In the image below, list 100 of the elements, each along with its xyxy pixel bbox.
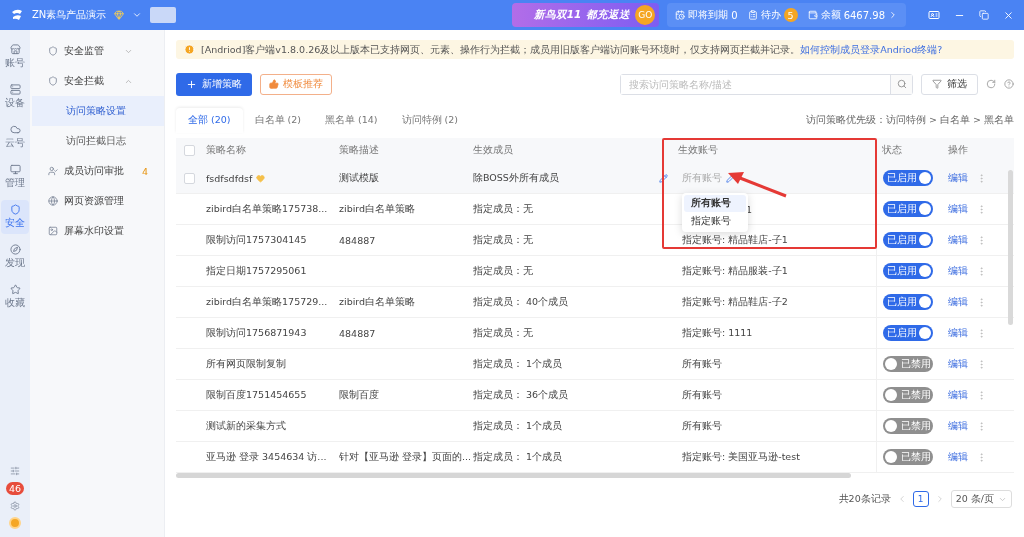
table-cell-text: 指定成员：无 [472,233,534,247]
dropdown-option[interactable]: 所有账号 [684,195,746,212]
page-button[interactable]: 1 [912,491,929,507]
tab[interactable]: 白名单 (2) [242,108,313,133]
stat-label[interactable]: 余额 [820,8,841,22]
rail-item[interactable]: 管理 [1,160,29,194]
column-header: 操作 [947,144,969,157]
help-link[interactable]: 如何控制成员登录Andriod终端? [800,44,943,55]
template-button[interactable]: 模板推荐 [260,73,332,95]
status-switch[interactable]: 已禁用 [883,449,933,465]
refresh-icon[interactable] [986,79,996,89]
id-card-icon[interactable] [928,9,940,21]
rail-item[interactable]: 云号 [1,120,29,154]
chevron-icon[interactable] [888,10,898,20]
help-icon[interactable] [1004,79,1014,89]
column-header: 状态 [881,144,903,157]
scrollbar[interactable] [1008,170,1013,325]
sidebar-subitem[interactable]: 访问拦截日志 [32,126,164,156]
table-cell-text: 484887 [338,234,377,246]
clipboard-icon [747,10,758,20]
tab[interactable]: 黑名单 (14) [313,108,390,133]
column-header: 策略名称 [205,144,247,157]
tab[interactable]: 访问特例 (2) [389,108,471,133]
promo-banner[interactable]: 新鸟双11 都充返送 GO [511,3,660,27]
dropdown-option[interactable]: 指定账号 [684,213,746,230]
workspace-name[interactable]: ZN素鸟产品演示 [32,8,107,22]
table-cell-text: 指定成员： 1个成员 [472,357,564,371]
count-badge: 5 [783,8,798,22]
add-policy-button[interactable]: 新增策略 [176,72,252,96]
edit-link[interactable]: 编辑 [948,295,968,309]
rail-item[interactable]: 发现 [1,240,29,274]
notification-badge[interactable]: 46 [5,482,25,495]
notice-text: [Andriod]客户端v1.8.0.26及以上版本已支持网页、元素、操作行为拦截；成员用旧版客户端访问账号环境时，仅支持网页拦截并记录。如何控制成员登录Andriod终端? [201,43,943,56]
cloud-icon [9,124,21,135]
select-all-checkbox[interactable] [184,145,195,156]
table-cell: 指定账号: 精品服装-子1 [682,264,788,278]
close-icon[interactable] [1003,9,1014,21]
monitor-icon [9,164,21,175]
sidebar-item[interactable]: 安全拦截 [30,66,164,96]
wallet-icon [807,10,818,20]
sidebar-item[interactable]: 屏幕水印设置 [30,216,164,246]
stat-label[interactable]: 待办 [760,8,781,22]
calendar-icon [675,10,686,20]
user-avatar[interactable] [9,517,21,529]
status-switch[interactable]: 已启用 [883,201,933,217]
table-cell-text: 指定成员： 36个成员 [472,388,570,402]
sidebar-subitem[interactable]: 访问策略设置 [32,96,164,126]
shield-icon [9,204,21,215]
status-switch[interactable]: 已禁用 [883,387,933,403]
status-switch[interactable]: 已启用 [883,232,933,248]
table-cell-text: 测试模版 [338,171,380,185]
status-switch[interactable]: 已启用 [883,294,933,310]
edit-link[interactable]: 编辑 [948,264,968,278]
stat-value: 6467.98 [843,9,885,21]
rail-item[interactable]: 设备 [1,80,29,114]
table-cell-text: zibird白名单策略175729... [205,295,329,309]
edit-link[interactable]: 编辑 [948,419,968,433]
edit-link[interactable]: 编辑 [948,450,968,464]
status-switch[interactable]: 已启用 [883,263,933,279]
page-size-select[interactable]: 20 条/页 [950,490,1012,508]
stat-value: 0 [731,9,738,21]
edit-link[interactable]: 编辑 [948,233,968,247]
caret-icon[interactable] [132,10,143,20]
row-checkbox[interactable] [184,172,195,184]
status-switch[interactable]: 已禁用 [883,356,933,372]
edit-icon[interactable] [659,173,668,183]
edit-link[interactable]: 编辑 [948,388,968,402]
priority-note: 访问策略优先级：访问特例 > 白名单 > 黑名单 [806,114,1014,127]
edit-link[interactable]: 编辑 [948,171,968,185]
filter-button[interactable]: 筛选 [921,73,978,95]
table-cell: 除BOSS外所有成员 [471,171,676,185]
table-cell: 所有账号 [682,171,735,185]
status-switch[interactable]: 已启用 [883,325,933,341]
server-icon [9,84,21,95]
sidebar-item[interactable]: 网页资源管理 [30,186,164,216]
table-cell: 所有账号 [682,388,722,402]
edit-link[interactable]: 编辑 [948,202,968,216]
edit-icon[interactable] [726,173,735,183]
status-switch[interactable]: 已启用 [883,170,933,186]
rail-item[interactable]: 收藏 [1,280,29,314]
table-cell-text: 所有网页限制复制 [205,357,287,371]
table-cell-text: 指定成员： 40个成员 [472,295,570,309]
search-field[interactable]: 搜索访问策略名称/描述 [620,73,913,95]
table-cell-text: 指定日期1757295061 [205,264,308,278]
status-switch[interactable]: 已禁用 [883,418,933,434]
stat-label[interactable]: 即将到期 [688,8,729,22]
table-cell-text: 指定成员： 1个成员 [472,419,564,433]
sliders-icon[interactable] [10,466,20,476]
settings-icon[interactable] [10,501,20,511]
search-button[interactable] [890,74,912,94]
rail-item[interactable]: 安全 [1,200,29,234]
scrollbar[interactable] [176,473,851,478]
sidebar-item[interactable]: 安全监管 [30,36,164,66]
edit-link[interactable]: 编辑 [948,357,968,371]
rail-item[interactable]: 账号 [1,40,29,74]
logo-icon [10,8,24,22]
edit-link[interactable]: 编辑 [948,326,968,340]
sidebar-item[interactable]: 成员访问审批 4 [30,156,164,186]
tab[interactable]: 全部 (20) [176,108,243,133]
restore-icon[interactable] [979,10,989,20]
